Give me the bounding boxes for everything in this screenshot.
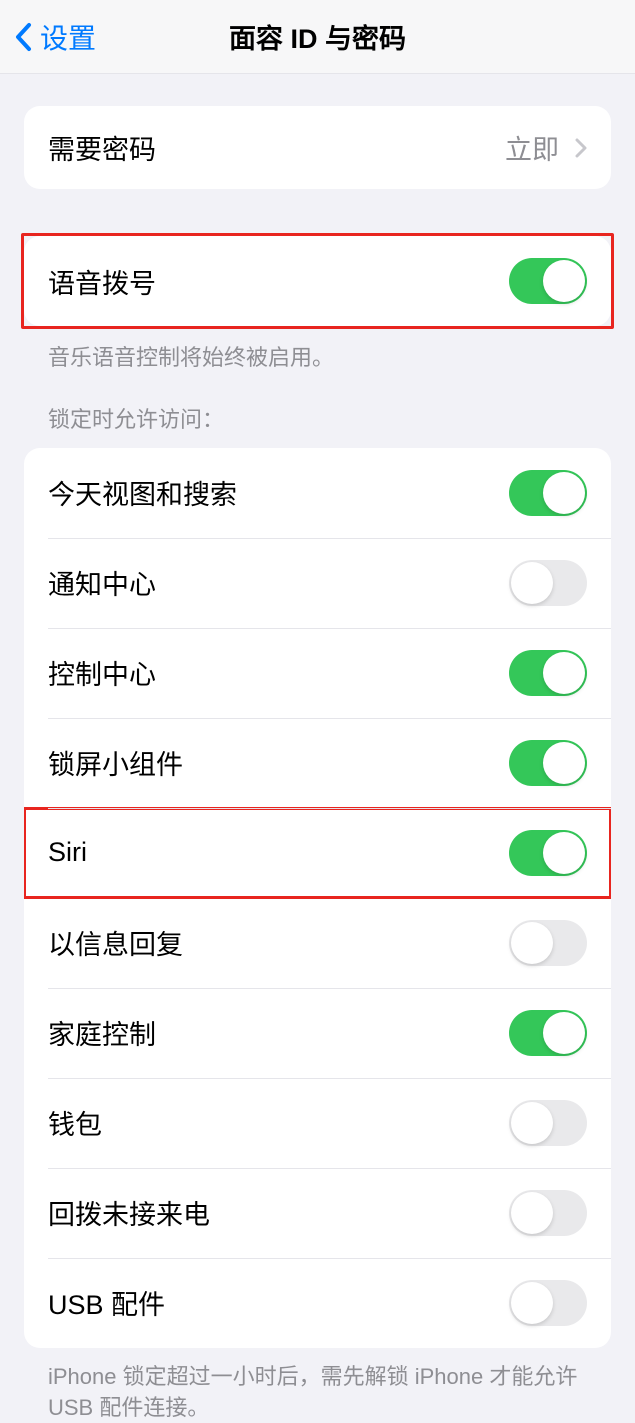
usb-footer: iPhone 锁定超过一小时后，需先解锁 iPhone 才能允许USB 配件连接…: [24, 1348, 611, 1423]
highlight-voice-dial: 语音拨号: [21, 233, 614, 329]
control-center-label: 控制中心: [48, 653, 156, 692]
wallet-label: 钱包: [48, 1103, 102, 1142]
wallet-row: 钱包: [24, 1078, 611, 1168]
today-view-label: 今天视图和搜索: [48, 473, 237, 512]
voice-dial-footer: 音乐语音控制将始终被启用。: [24, 329, 611, 374]
notification-center-label: 通知中心: [48, 563, 156, 602]
lock-access-group: 今天视图和搜索 通知中心 控制中心 锁屏小组件 Siri 以信息回复 家庭控制: [24, 448, 611, 1348]
usb-accessories-toggle[interactable]: [509, 1280, 587, 1326]
chevron-left-icon: [14, 22, 32, 52]
control-center-row: 控制中心: [24, 628, 611, 718]
notification-center-row: 通知中心: [24, 538, 611, 628]
usb-accessories-label: USB 配件: [48, 1283, 165, 1322]
reply-with-message-toggle[interactable]: [509, 920, 587, 966]
lock-screen-widgets-label: 锁屏小组件: [48, 743, 183, 782]
voice-dial-group: 语音拨号: [24, 236, 611, 326]
require-passcode-group: 需要密码 立即: [24, 106, 611, 189]
control-center-toggle[interactable]: [509, 650, 587, 696]
wallet-toggle[interactable]: [509, 1100, 587, 1146]
navigation-bar: 设置 面容 ID 与密码: [0, 0, 635, 74]
chevron-right-icon: [575, 138, 587, 158]
back-button[interactable]: 设置: [0, 17, 96, 57]
siri-toggle[interactable]: [509, 830, 587, 876]
back-label: 设置: [40, 17, 96, 57]
lock-screen-widgets-row: 锁屏小组件: [24, 718, 611, 808]
notification-center-toggle[interactable]: [509, 560, 587, 606]
siri-row: Siri: [24, 808, 611, 898]
require-passcode-value: 立即: [505, 128, 559, 167]
today-view-row: 今天视图和搜索: [24, 448, 611, 538]
lock-screen-widgets-toggle[interactable]: [509, 740, 587, 786]
siri-label: Siri: [48, 837, 87, 868]
return-missed-calls-row: 回拨未接来电: [24, 1168, 611, 1258]
voice-dial-toggle[interactable]: [509, 258, 587, 304]
home-control-row: 家庭控制: [24, 988, 611, 1078]
voice-dial-row: 语音拨号: [24, 236, 611, 326]
usb-accessories-row: USB 配件: [24, 1258, 611, 1348]
return-missed-calls-toggle[interactable]: [509, 1190, 587, 1236]
voice-dial-label: 语音拨号: [48, 262, 156, 301]
home-control-toggle[interactable]: [509, 1010, 587, 1056]
return-missed-calls-label: 回拨未接来电: [48, 1193, 210, 1232]
page-title: 面容 ID 与密码: [229, 17, 406, 56]
require-passcode-row[interactable]: 需要密码 立即: [24, 106, 611, 189]
lock-access-header: 锁定时允许访问：: [24, 402, 611, 448]
reply-with-message-label: 以信息回复: [48, 923, 183, 962]
reply-with-message-row: 以信息回复: [24, 898, 611, 988]
home-control-label: 家庭控制: [48, 1013, 156, 1052]
today-view-toggle[interactable]: [509, 470, 587, 516]
require-passcode-label: 需要密码: [48, 128, 156, 167]
